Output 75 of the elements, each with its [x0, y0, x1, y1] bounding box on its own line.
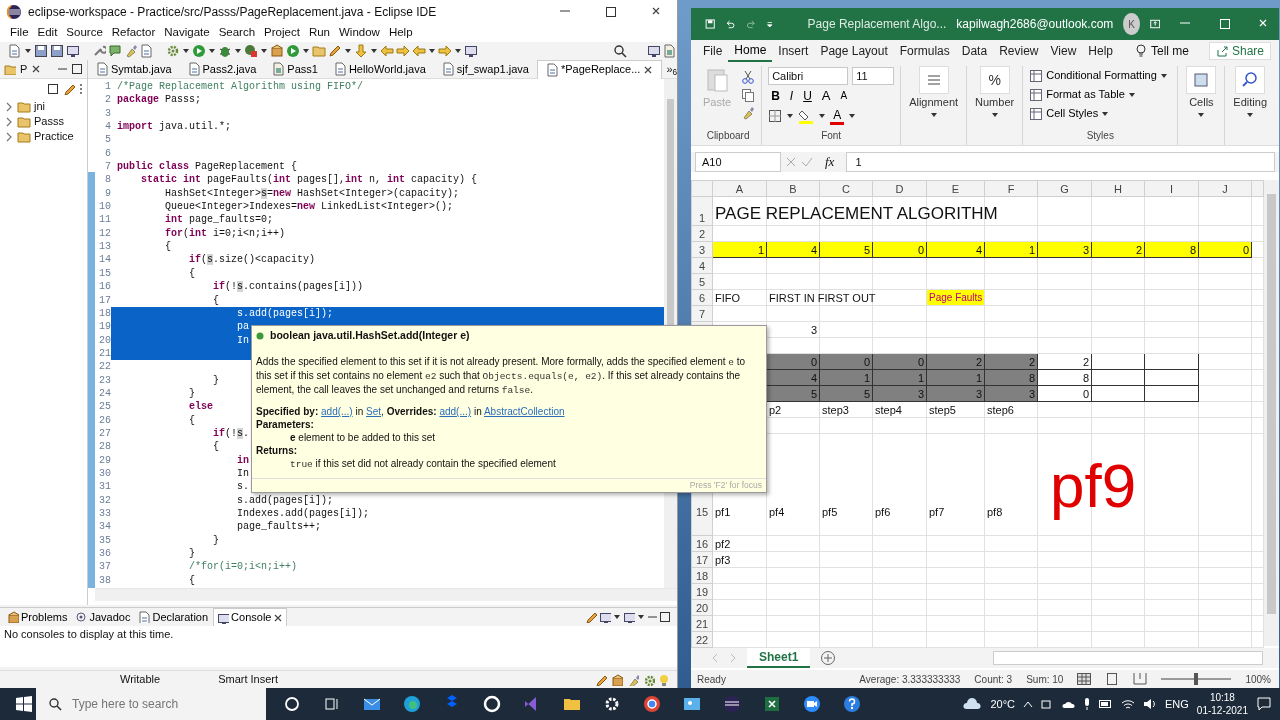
code-line: if(!s.contains(pages[i]))	[212, 280, 364, 294]
cell-text: pf9	[1050, 453, 1137, 519]
code-line: static int pageFaults(int pages[],int n, int capacity) {	[140, 173, 478, 187]
code-line: if(s.size()<capacity)	[188, 253, 316, 267]
description-text: Adds the specified element to this set if it is not already present. More formally, adds the specified element e to this set if this set contains no element e2 such that Objects.equals(e, e2). If this set already contains the element, the call leaves the set unchanged and returns false.	[256, 355, 747, 397]
group-label: Clipboard	[706, 130, 750, 141]
cell-text: pf7	[929, 506, 945, 518]
cell-text: pf8	[987, 506, 1003, 518]
status-text: Count: 3	[974, 672, 1013, 687]
cell-text: FIRST IN FIRST OUT	[769, 291, 876, 304]
code-line: {	[212, 293, 220, 307]
section-heading: Returns:	[256, 444, 299, 457]
code-line: }	[212, 533, 220, 548]
cell-text: pf5	[822, 506, 838, 518]
code-line: in	[236, 453, 250, 467]
code-line: }	[188, 386, 195, 401]
status-text: Average: 3.333333333	[859, 672, 961, 687]
cell-text: step3	[822, 403, 849, 416]
code-line: pa	[236, 320, 250, 334]
code-line: {	[188, 413, 195, 427]
code-line: {	[164, 240, 171, 254]
group-label: Styles	[1086, 130, 1114, 141]
code-line: Queue<Integer>Indexes=new LinkedList<Integer>();	[164, 200, 454, 214]
sheet-title: PAGE REPLACEMENT ALGORITHM	[715, 204, 998, 223]
specified-by-text: Specified by: add(...) in Set, Overrides: add(...) in AbstractCollection	[256, 405, 566, 418]
code-line: {	[188, 266, 195, 281]
status-text: Writable	[120, 672, 161, 688]
section-heading: Parameters:	[256, 418, 315, 431]
code-line: package Passs;	[117, 93, 202, 107]
code-line: In	[236, 333, 250, 347]
code-line: public class PageReplacement {	[117, 160, 298, 174]
code-line: /*Page Replacement Algorithm using FIFO*/	[117, 80, 364, 94]
code-line: Indexes.add(pages[i]);	[236, 507, 370, 521]
status-text: Smart Insert	[218, 672, 279, 688]
cell-text: FIFO	[715, 291, 741, 304]
code-line: s.	[236, 480, 250, 494]
zoom-level: 100%	[1245, 672, 1272, 687]
status-text: Ready	[697, 672, 726, 687]
code-line: s.add(pages[i]);	[236, 493, 334, 507]
code-line: }	[188, 547, 195, 561]
code-line: int page_faults=0;	[164, 213, 274, 227]
code-line: s.add(pages[i]);	[236, 306, 334, 321]
cell-text: pf1	[715, 506, 731, 518]
cell-text: step6	[987, 403, 1014, 416]
code-line: In	[236, 466, 250, 481]
group-label: Font	[821, 130, 842, 141]
cell-text: pf6	[875, 506, 891, 518]
code-line: else	[188, 400, 213, 414]
code-line: {	[188, 573, 195, 588]
code-line: /*for(i=0;i<n;i++)	[188, 560, 298, 574]
cell-text: pf4	[769, 506, 785, 518]
code-line: import java.util.*;	[117, 120, 232, 134]
code-line: for(int i=0;i<n;i++)	[164, 226, 286, 241]
cell-text: 3	[810, 323, 817, 336]
code-line: }	[212, 373, 220, 387]
method-signature: boolean java.util.HashSet.add(Integer e)	[270, 329, 470, 342]
cell-text: pf2	[715, 537, 731, 550]
weather-text: 20°C	[990, 696, 1015, 712]
line-number: 19	[95, 320, 111, 334]
percent-icon: %	[979, 66, 1010, 94]
focus-hint: Press 'F2' for focus	[689, 480, 762, 490]
console-message: No consoles to display at this time.	[3, 627, 175, 642]
cell-text: pf3	[715, 553, 731, 566]
status-text: Sum: 10	[1026, 672, 1064, 687]
code-line: HashSet<Integer>s=new HashSet<Integer>(capacity);	[164, 186, 460, 201]
parameter-text: e element to be added to this set	[289, 431, 437, 444]
returns-text: true if this set did not already contain the specified element	[289, 457, 557, 471]
cell-text: step4	[875, 403, 902, 416]
code-line: {	[212, 440, 220, 454]
cell-text: step5	[929, 403, 956, 416]
document-title: Page Replacement Algo...	[807, 16, 947, 33]
cell-text: p2	[769, 403, 782, 416]
code-line: if(!s.	[212, 426, 250, 441]
window-title: eclipse-workspace - Practice/src/Passs/PageReplacement.java - Eclipse IDE	[28, 4, 437, 21]
code-line: page_faults++;	[236, 520, 322, 534]
